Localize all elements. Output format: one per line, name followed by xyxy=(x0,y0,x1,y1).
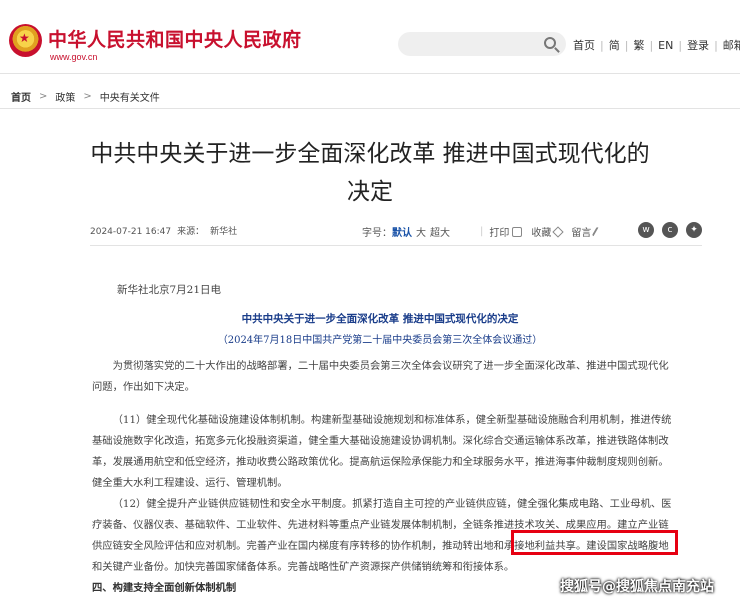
watermark: 搜狐号@搜狐焦点南充站 xyxy=(560,579,714,595)
top-links: 首页 | 简 | 繁 | EN | 登录 | 邮箱 xyxy=(573,37,740,53)
link-simplified[interactable]: 简 xyxy=(609,37,620,53)
divider: | xyxy=(714,38,718,52)
link-login[interactable]: 登录 xyxy=(687,37,709,53)
wechat-share-icon[interactable]: c xyxy=(662,222,678,238)
paragraph-11: （11）健全现代化基础设施建设体制机制。构建新型基础设施规划和标准体系，健全新型… xyxy=(92,414,672,489)
divider: | xyxy=(624,38,629,52)
font-size-default[interactable]: 默认 xyxy=(392,228,412,239)
source-name: 新华社 xyxy=(210,227,238,237)
breadcrumb: 首页 > 政策 > 中央有关文件 xyxy=(11,89,160,104)
national-emblem-icon[interactable]: ★ xyxy=(9,24,42,57)
highlight-annotation-box xyxy=(511,530,678,555)
search-input[interactable] xyxy=(398,32,566,56)
link-english[interactable]: EN xyxy=(658,39,673,52)
breadcrumb-central-docs[interactable]: 中央有关文件 xyxy=(100,89,160,104)
divider-line xyxy=(90,245,702,246)
breadcrumb-home[interactable]: 首页 xyxy=(11,89,31,104)
section-heading: 四、构建支持全面创新体制机制 xyxy=(92,582,237,594)
source-label: 来源： xyxy=(177,227,205,237)
pen-icon[interactable] xyxy=(592,226,601,237)
breadcrumb-bar: 首页 > 政策 > 中央有关文件 xyxy=(0,85,740,109)
breadcrumb-separator: > xyxy=(83,91,92,102)
article-tools: | 打印 收藏 留言 xyxy=(480,224,607,239)
divider: | xyxy=(600,38,604,52)
site-title[interactable]: 中华人民共和国中央人民政府 xyxy=(48,25,302,52)
favorite-icon[interactable] xyxy=(552,225,565,238)
font-size-label: 字号： xyxy=(362,228,392,239)
print-label[interactable]: 打印 xyxy=(489,224,509,239)
divider: | xyxy=(649,38,654,52)
divider: | xyxy=(678,38,683,52)
dateline: 新华社北京7月21日电 xyxy=(117,284,222,296)
article-title: 中共中央关于进一步全面深化改革 推进中国式现代化的 决定 xyxy=(60,135,680,211)
search-icon[interactable] xyxy=(544,37,556,49)
breadcrumb-separator: > xyxy=(39,91,48,102)
font-size-xlarge[interactable]: 超大 xyxy=(430,228,450,239)
comment-label[interactable]: 留言 xyxy=(571,224,591,239)
font-size-large[interactable]: 大 xyxy=(416,228,426,239)
link-mail[interactable]: 邮箱 xyxy=(723,37,740,53)
document-title: 中共中央关于进一步全面深化改革 推进中国式现代化的决定 xyxy=(241,313,519,325)
favorite-label[interactable]: 收藏 xyxy=(531,224,551,239)
link-traditional[interactable]: 繁 xyxy=(633,37,644,53)
more-share-icon[interactable]: ✦ xyxy=(686,222,702,238)
article-title-line1: 中共中央关于进一步全面深化改革 推进中国式现代化的 xyxy=(90,141,650,167)
article-title-line2: 决定 xyxy=(347,179,393,205)
publish-date: 2024-07-21 16:47 xyxy=(90,227,172,237)
weibo-share-icon[interactable]: w xyxy=(638,222,654,238)
link-home[interactable]: 首页 xyxy=(573,37,595,53)
paragraph-intro: 为贯彻落实党的二十大作出的战略部署，二十届中央委员会第三次全体会议研究了进一步全… xyxy=(92,360,669,393)
site-header: ★ 中华人民共和国中央人民政府 www.gov.cn 首页 | 简 | 繁 | … xyxy=(0,0,740,74)
font-size-control: 字号：默认大超大 xyxy=(362,224,454,239)
divider: | xyxy=(480,226,484,237)
article-meta: 2024-07-21 16:47 来源： 新华社 xyxy=(90,224,243,237)
site-url: www.gov.cn xyxy=(50,52,98,62)
document-subtitle: （2024年7月18日中国共产党第二十届中央委员会第三次全体会议通过） xyxy=(217,335,543,346)
print-icon[interactable] xyxy=(512,226,523,237)
breadcrumb-policy[interactable]: 政策 xyxy=(55,89,75,104)
